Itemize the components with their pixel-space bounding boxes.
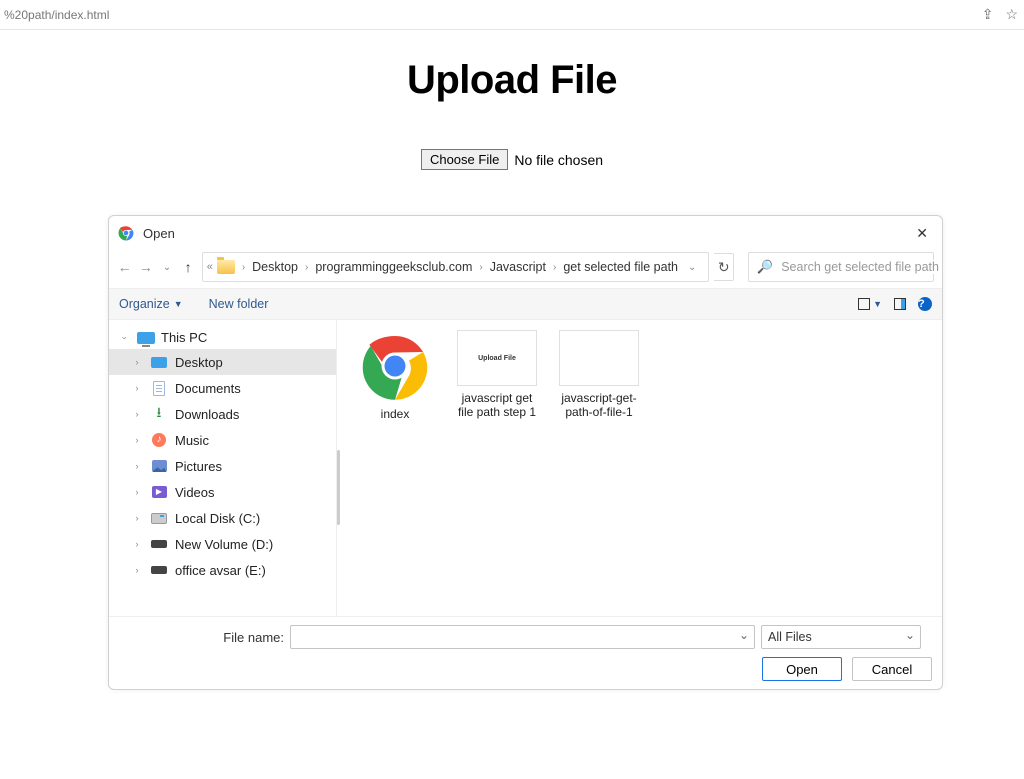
- pictures-icon: [151, 458, 167, 474]
- chevron-right-icon: ›: [120, 332, 130, 344]
- drive-icon: [151, 536, 167, 552]
- chevron-right-icon: ›: [131, 357, 143, 367]
- breadcrumb-js[interactable]: Javascript: [490, 260, 546, 274]
- file-item-getpath[interactable]: javascript-get-path-of-file-1: [555, 330, 643, 420]
- documents-icon: [151, 380, 167, 396]
- dialog-nav-row: ← → ⌄ ↑ « › Desktop › programminggeekscl…: [109, 250, 942, 288]
- help-icon[interactable]: ?: [918, 297, 932, 311]
- chevron-right-icon: ›: [550, 262, 559, 273]
- chevron-right-icon: ›: [131, 565, 143, 575]
- videos-icon: ▶: [151, 484, 167, 500]
- chevron-right-icon: ›: [131, 383, 143, 393]
- chevron-right-icon: ›: [239, 262, 248, 273]
- organize-menu[interactable]: Organize ▼: [119, 297, 183, 311]
- thumbnail-icon: Upload File: [457, 330, 537, 386]
- chevron-right-icon: ›: [131, 513, 143, 523]
- preview-pane-button[interactable]: [894, 298, 906, 310]
- dialog-footer: File name: All Files Open Cancel: [109, 616, 942, 689]
- url-fragment: %20path/index.html: [0, 8, 109, 22]
- choose-file-button[interactable]: Choose File: [421, 149, 508, 170]
- search-box[interactable]: 🔍: [748, 252, 934, 282]
- forward-button[interactable]: →: [138, 256, 153, 278]
- chevron-right-icon: ›: [131, 487, 143, 497]
- filename-combo[interactable]: [290, 625, 755, 649]
- sidebar: › This PC › Desktop › Documents › ⭳ Down…: [109, 320, 337, 616]
- new-folder-button[interactable]: New folder: [209, 297, 269, 311]
- music-icon: ♪: [151, 432, 167, 448]
- breadcrumb-current[interactable]: get selected file path: [563, 260, 678, 274]
- path-dropdown-icon[interactable]: ⌄: [682, 262, 702, 273]
- desktop-icon: [151, 354, 167, 370]
- drive-icon: [151, 562, 167, 578]
- disk-icon: [151, 510, 167, 526]
- dialog-title: Open: [143, 226, 910, 241]
- file-type-selected: All Files: [761, 625, 921, 649]
- open-file-dialog: Open ✕ ← → ⌄ ↑ « › Desktop › programming…: [108, 215, 943, 690]
- refresh-button[interactable]: ↻: [714, 253, 734, 281]
- sidebar-item-new-volume-d[interactable]: › New Volume (D:): [109, 531, 336, 557]
- star-icon[interactable]: ☆: [1005, 6, 1018, 23]
- folder-icon: [217, 260, 235, 274]
- search-input[interactable]: [781, 260, 942, 274]
- breadcrumb-bar[interactable]: « › Desktop › programminggeeksclub.com ›…: [202, 252, 710, 282]
- chevron-right-icon: ›: [131, 461, 143, 471]
- file-label: javascript-get-path-of-file-1: [555, 392, 643, 420]
- file-label: javascript get file path step 1: [453, 392, 541, 420]
- thumbnail-icon: [559, 330, 639, 386]
- filename-label: File name:: [119, 630, 284, 645]
- downloads-icon: ⭳: [151, 406, 167, 422]
- pc-icon: [137, 332, 155, 344]
- file-type-filter[interactable]: All Files: [761, 625, 921, 649]
- chrome-icon: [359, 330, 431, 402]
- sidebar-item-music[interactable]: › ♪ Music: [109, 427, 336, 453]
- close-button[interactable]: ✕: [910, 225, 934, 242]
- overflow-chevron-icon[interactable]: «: [207, 261, 213, 273]
- dialog-body: › This PC › Desktop › Documents › ⭳ Down…: [109, 320, 942, 616]
- filename-input[interactable]: [290, 625, 755, 649]
- chevron-right-icon: ›: [131, 539, 143, 549]
- no-file-chosen-text: No file chosen: [514, 152, 603, 168]
- recent-locations-button[interactable]: ⌄: [159, 256, 174, 278]
- chevron-right-icon: ›: [476, 262, 485, 273]
- scrollbar-thumb[interactable]: [337, 450, 340, 525]
- view-mode-button[interactable]: ▼: [858, 298, 882, 310]
- open-button[interactable]: Open: [762, 657, 842, 681]
- file-item-step1[interactable]: Upload File javascript get file path ste…: [453, 330, 541, 420]
- browser-address-bar: %20path/index.html ⇪ ☆: [0, 0, 1024, 30]
- dialog-titlebar: Open ✕: [109, 216, 942, 250]
- chevron-right-icon: ›: [131, 435, 143, 445]
- breadcrumb-desktop[interactable]: Desktop: [252, 260, 298, 274]
- file-input-row: Choose File No file chosen: [421, 149, 603, 170]
- file-label: index: [381, 408, 410, 422]
- app-icon: [117, 224, 135, 242]
- up-button[interactable]: ↑: [181, 256, 196, 278]
- back-button[interactable]: ←: [117, 256, 132, 278]
- page-title: Upload File: [0, 58, 1024, 103]
- search-icon: 🔍: [757, 259, 773, 275]
- breadcrumb-site[interactable]: programminggeeksclub.com: [315, 260, 472, 274]
- chevron-down-icon: ▼: [873, 299, 882, 309]
- cancel-button[interactable]: Cancel: [852, 657, 932, 681]
- dialog-toolbar: Organize ▼ New folder ▼ ?: [109, 288, 942, 320]
- sidebar-root-this-pc[interactable]: › This PC: [109, 326, 336, 349]
- chevron-right-icon: ›: [302, 262, 311, 273]
- sidebar-item-pictures[interactable]: › Pictures: [109, 453, 336, 479]
- chevron-right-icon: ›: [131, 409, 143, 419]
- sidebar-item-downloads[interactable]: › ⭳ Downloads: [109, 401, 336, 427]
- sidebar-item-desktop[interactable]: › Desktop: [109, 349, 336, 375]
- sidebar-item-documents[interactable]: › Documents: [109, 375, 336, 401]
- share-icon[interactable]: ⇪: [982, 6, 994, 23]
- sidebar-item-local-disk-c[interactable]: › Local Disk (C:): [109, 505, 336, 531]
- file-pane[interactable]: index Upload File javascript get file pa…: [337, 320, 942, 616]
- file-item-index[interactable]: index: [351, 330, 439, 422]
- sidebar-item-office-avsar-e[interactable]: › office avsar (E:): [109, 557, 336, 583]
- chevron-down-icon: ▼: [174, 299, 183, 309]
- sidebar-item-videos[interactable]: › ▶ Videos: [109, 479, 336, 505]
